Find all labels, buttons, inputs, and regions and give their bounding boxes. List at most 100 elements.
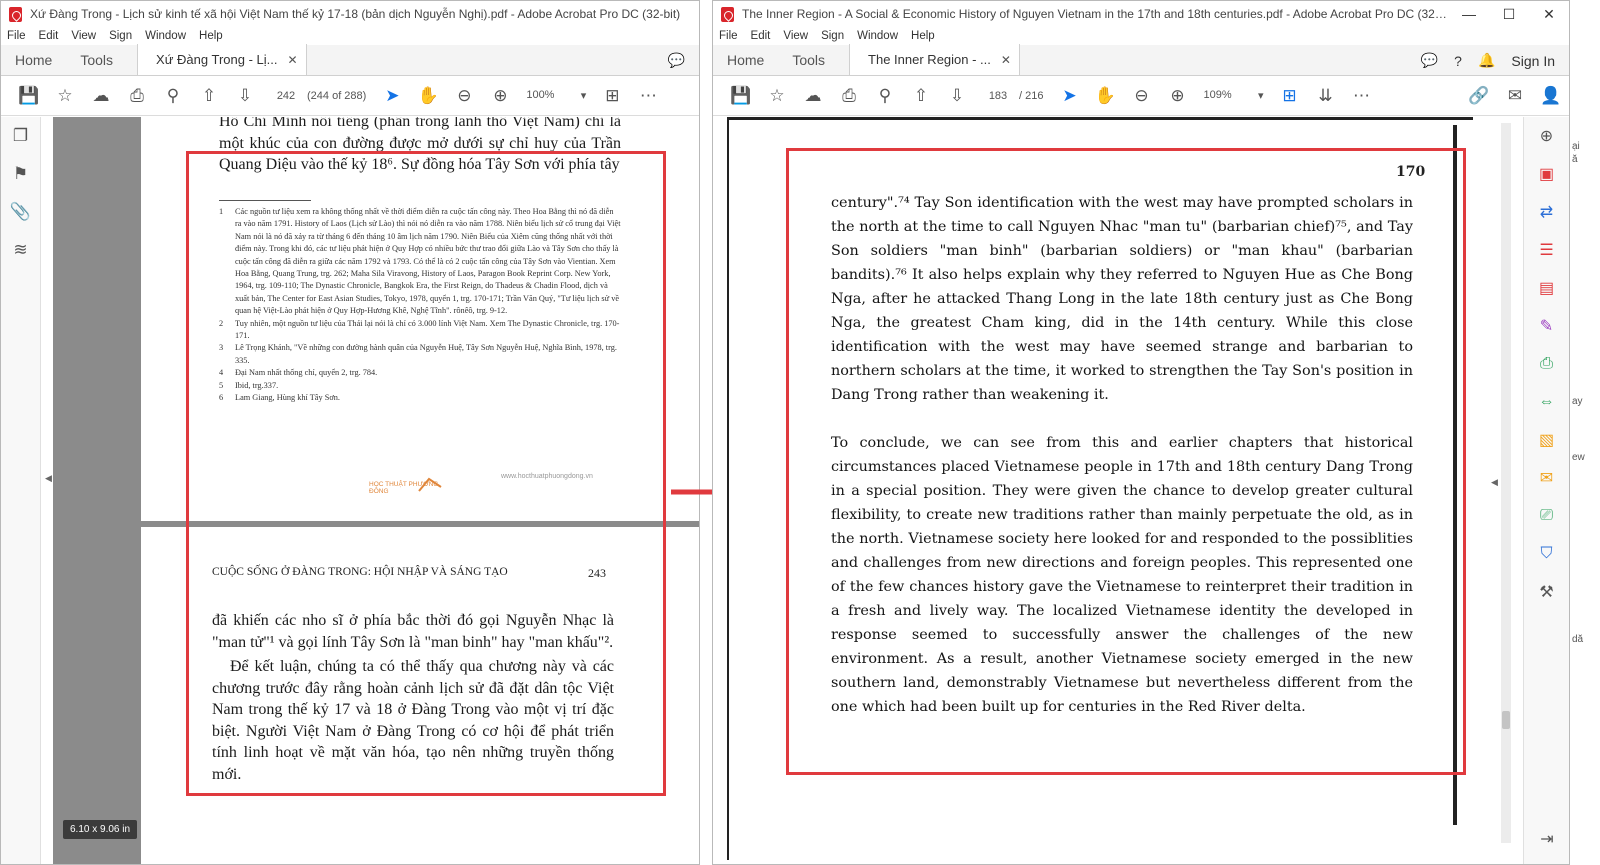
close-window-icon[interactable]: ✕ bbox=[1529, 1, 1569, 27]
vertical-scrollbar[interactable] bbox=[1501, 123, 1511, 843]
fill-sign-icon[interactable]: ✎ bbox=[1524, 307, 1569, 345]
hand-tool-icon[interactable]: ✋ bbox=[410, 76, 446, 116]
scrollbar-thumb[interactable] bbox=[1502, 711, 1510, 729]
page-display-icon[interactable]: ⊞ bbox=[1271, 76, 1307, 116]
chevron-down-icon: ▾ bbox=[580, 90, 587, 102]
zoom-select[interactable]: 109% ▾ bbox=[1203, 89, 1263, 102]
comment-icon[interactable]: 💬 bbox=[668, 52, 685, 69]
cloud-upload-icon[interactable]: ☁ bbox=[795, 76, 831, 116]
print-production-icon[interactable]: ⎚ bbox=[1524, 497, 1569, 535]
layers-icon[interactable]: ≋ bbox=[1, 231, 40, 269]
menu-sign[interactable]: Sign bbox=[109, 30, 132, 42]
tab-tools[interactable]: Tools bbox=[778, 44, 839, 75]
menu-view[interactable]: View bbox=[783, 30, 808, 42]
menu-sign[interactable]: Sign bbox=[821, 30, 844, 42]
search-zoom-icon[interactable]: ⚲ bbox=[155, 76, 191, 116]
next-page-icon[interactable]: ⇩ bbox=[939, 76, 975, 116]
attachments-icon[interactable]: 📎 bbox=[1, 193, 40, 231]
scrolling-mode-icon[interactable]: ⇊ bbox=[1307, 76, 1343, 116]
more-tools-icon[interactable]: ⋯ bbox=[1343, 76, 1379, 116]
more-tools-wrench-icon[interactable]: ⚒ bbox=[1524, 573, 1569, 611]
menu-window[interactable]: Window bbox=[145, 30, 186, 42]
page-display-icon[interactable]: ⊞ bbox=[594, 76, 630, 116]
right-tools-pane: ⊕ ▣ ⇄ ☰ ▤ ✎ ⎙ ⇔ ▧ ✉ ⎚ ⛉ ⚒ ⇥ bbox=[1523, 117, 1569, 864]
page-count: / 216 bbox=[1019, 89, 1044, 102]
comment-icon[interactable]: 💬 bbox=[1421, 52, 1438, 69]
document-canvas[interactable]: 170 century".⁷⁴ Tay Son identification w… bbox=[713, 117, 1523, 864]
edit-pdf-icon[interactable]: ▤ bbox=[1524, 269, 1569, 307]
menu-file[interactable]: File bbox=[7, 30, 26, 42]
zoom-search-icon[interactable]: ⊕ bbox=[1524, 117, 1569, 155]
save-icon[interactable]: 💾 bbox=[723, 76, 759, 116]
close-tab-icon[interactable]: ✕ bbox=[1001, 53, 1011, 67]
menu-window[interactable]: Window bbox=[857, 30, 898, 42]
email-icon[interactable]: ✉ bbox=[1497, 76, 1533, 116]
next-page-icon[interactable]: ⇩ bbox=[227, 76, 263, 116]
page-navigator: 183 / 216 bbox=[983, 86, 1044, 105]
add-user-icon[interactable]: 👤 bbox=[1533, 76, 1569, 116]
menu-edit[interactable]: Edit bbox=[751, 30, 771, 42]
create-pdf-icon[interactable]: ▣ bbox=[1524, 155, 1569, 193]
export-pdf-icon[interactable]: ⇄ bbox=[1524, 193, 1569, 231]
share-link-icon[interactable]: 🔗 bbox=[1461, 76, 1497, 116]
notification-bell-icon[interactable]: 🔔 bbox=[1478, 52, 1495, 69]
tab-home[interactable]: Home bbox=[1, 44, 66, 75]
bookmark-star-icon[interactable]: ☆ bbox=[47, 76, 83, 116]
protect-shield-icon[interactable]: ⛉ bbox=[1524, 535, 1569, 573]
zoom-out-icon[interactable]: ⊖ bbox=[446, 76, 482, 116]
sign-in-button[interactable]: Sign In bbox=[1511, 53, 1555, 69]
acrobat-window-vietnamese: Xứ Đàng Trong - Lịch sử kinh tế xã hội V… bbox=[0, 0, 700, 865]
page-navigator: 242 (244 of 288) bbox=[271, 86, 366, 105]
menu-file[interactable]: File bbox=[719, 30, 738, 42]
document-tab-label: The Inner Region - ... bbox=[868, 52, 991, 67]
menu-bar: File Edit View Sign Window Help bbox=[1, 27, 699, 45]
hand-tool-icon[interactable]: ✋ bbox=[1087, 76, 1123, 116]
document-tab-label: Xứ Đàng Trong - Lị... bbox=[156, 52, 278, 67]
maximize-icon[interactable]: ☐ bbox=[1489, 1, 1529, 27]
previous-page-icon[interactable]: ⇧ bbox=[191, 76, 227, 116]
scan-left-edge bbox=[727, 120, 729, 860]
zoom-in-icon[interactable]: ⊕ bbox=[482, 76, 518, 116]
send-for-review-icon[interactable]: ▧ bbox=[1524, 421, 1569, 459]
tab-tools[interactable]: Tools bbox=[66, 44, 127, 75]
compare-files-icon[interactable]: ⇔ bbox=[1524, 383, 1569, 421]
menu-help[interactable]: Help bbox=[199, 30, 223, 42]
bookmark-star-icon[interactable]: ☆ bbox=[759, 76, 795, 116]
tab-bar: Home Tools The Inner Region - ... ✕ 💬 ? … bbox=[713, 44, 1569, 76]
print-icon[interactable]: ⎙ bbox=[119, 76, 155, 116]
previous-page-icon[interactable]: ⇧ bbox=[903, 76, 939, 116]
save-icon[interactable]: 💾 bbox=[11, 76, 47, 116]
page-thumbnails-icon[interactable]: ❐ bbox=[1, 117, 40, 155]
tab-home[interactable]: Home bbox=[713, 44, 778, 75]
menu-edit[interactable]: Edit bbox=[39, 30, 59, 42]
organize-pages-icon[interactable]: ☰ bbox=[1524, 231, 1569, 269]
page-edge bbox=[727, 117, 1473, 120]
document-tab[interactable]: Xứ Đàng Trong - Lị... ✕ bbox=[137, 44, 307, 75]
enhance-scan-icon[interactable]: ⎙ bbox=[1524, 345, 1569, 383]
select-cursor-icon[interactable]: ➤ bbox=[374, 76, 410, 116]
cloud-upload-icon[interactable]: ☁ bbox=[83, 76, 119, 116]
search-zoom-icon[interactable]: ⚲ bbox=[867, 76, 903, 116]
title-bar[interactable]: The Inner Region - A Social & Economic H… bbox=[713, 1, 1569, 27]
title-bar[interactable]: Xứ Đàng Trong - Lịch sử kinh tế xã hội V… bbox=[1, 1, 699, 27]
menu-view[interactable]: View bbox=[71, 30, 96, 42]
select-cursor-icon[interactable]: ➤ bbox=[1051, 76, 1087, 116]
collapse-pane-icon[interactable]: ⇥ bbox=[1524, 820, 1569, 858]
more-tools-icon[interactable]: ⋯ bbox=[630, 76, 666, 116]
minimize-icon[interactable]: — bbox=[1449, 1, 1489, 27]
zoom-select[interactable]: 100% ▾ bbox=[526, 89, 586, 102]
page-number-input[interactable]: 242 bbox=[271, 86, 301, 105]
document-tab[interactable]: The Inner Region - ... ✕ bbox=[849, 44, 1020, 75]
bookmarks-icon[interactable]: ⚑ bbox=[1, 155, 40, 193]
highlight-box bbox=[186, 151, 666, 796]
menu-help[interactable]: Help bbox=[911, 30, 935, 42]
print-icon[interactable]: ⎙ bbox=[831, 76, 867, 116]
expand-pane-icon[interactable]: ◀ bbox=[1491, 477, 1501, 488]
close-tab-icon[interactable]: ✕ bbox=[287, 53, 297, 67]
zoom-out-icon[interactable]: ⊖ bbox=[1123, 76, 1159, 116]
page-number-input[interactable]: 183 bbox=[983, 86, 1013, 105]
zoom-in-icon[interactable]: ⊕ bbox=[1159, 76, 1195, 116]
help-icon[interactable]: ? bbox=[1454, 53, 1462, 69]
document-canvas[interactable]: Hồ Chí Minh nổi tiếng (phần trong lãnh t… bbox=[53, 117, 699, 864]
comment-tool-icon[interactable]: ✉ bbox=[1524, 459, 1569, 497]
